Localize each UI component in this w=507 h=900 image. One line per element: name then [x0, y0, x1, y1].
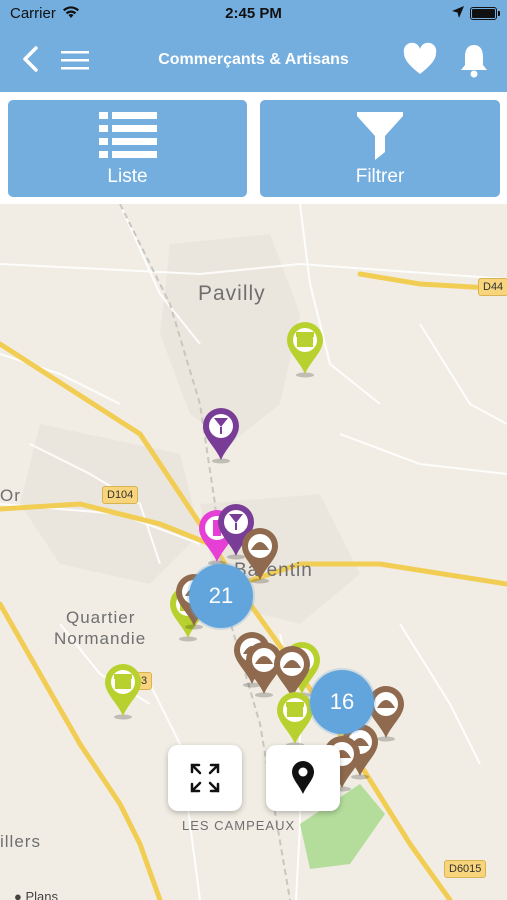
map-attribution: ● Plans	[14, 889, 58, 900]
attribution-label: Plans	[25, 889, 59, 900]
chevron-left-icon[interactable]	[18, 44, 44, 74]
filter-icon	[357, 112, 403, 160]
shop-pin-green-icon[interactable]	[285, 320, 325, 378]
place-label-campeaux: LES CAMPEAUX	[182, 818, 296, 833]
place-label-villers: illers	[0, 832, 41, 851]
navigation-bar: Commerçants & Artisans	[0, 28, 507, 92]
place-label-normandie: Normandie	[54, 629, 147, 648]
bar-pin-purple-icon[interactable]	[201, 406, 241, 464]
apple-logo-icon: ●	[14, 889, 22, 900]
filter-button-label: Filtrer	[355, 166, 405, 187]
my-location-button[interactable]	[266, 745, 340, 811]
page-title: Commerçants & Artisans	[158, 51, 349, 68]
list-button[interactable]: Liste	[8, 100, 247, 197]
map-view[interactable]: Pavilly Quartier Normandie Or illers Bar…	[0, 204, 507, 900]
shop-pin-green-icon[interactable]	[103, 662, 143, 720]
cluster-marker[interactable]: 21	[189, 564, 253, 628]
expand-icon	[190, 763, 220, 793]
list-icon	[98, 112, 157, 158]
status-bar: Carrier 2:45 PM	[0, 0, 507, 28]
road-tag-d104: D104	[102, 486, 139, 504]
fit-bounds-button[interactable]	[168, 745, 242, 811]
road-tag-d6015: D6015	[444, 860, 487, 878]
road-tag-d44: D44	[478, 278, 507, 296]
bell-icon[interactable]	[458, 42, 490, 78]
shop-pin-green-icon[interactable]	[275, 690, 315, 748]
cluster-marker[interactable]: 16	[310, 670, 374, 734]
toolbar: Liste Filtrer	[0, 92, 507, 204]
battery-icon	[470, 7, 500, 20]
location-arrow-icon	[452, 6, 464, 18]
list-button-label: Liste	[107, 166, 148, 187]
place-label-pavilly: Pavilly	[198, 282, 266, 305]
place-label-or: Or	[0, 486, 21, 505]
heart-icon[interactable]	[402, 42, 438, 76]
map-marker-icon	[292, 761, 314, 794]
place-label-quartier: Quartier	[66, 608, 136, 627]
filter-button[interactable]: Filtrer	[260, 100, 500, 197]
hamburger-menu-icon[interactable]	[60, 48, 90, 72]
clock: 2:45 PM	[225, 5, 282, 22]
